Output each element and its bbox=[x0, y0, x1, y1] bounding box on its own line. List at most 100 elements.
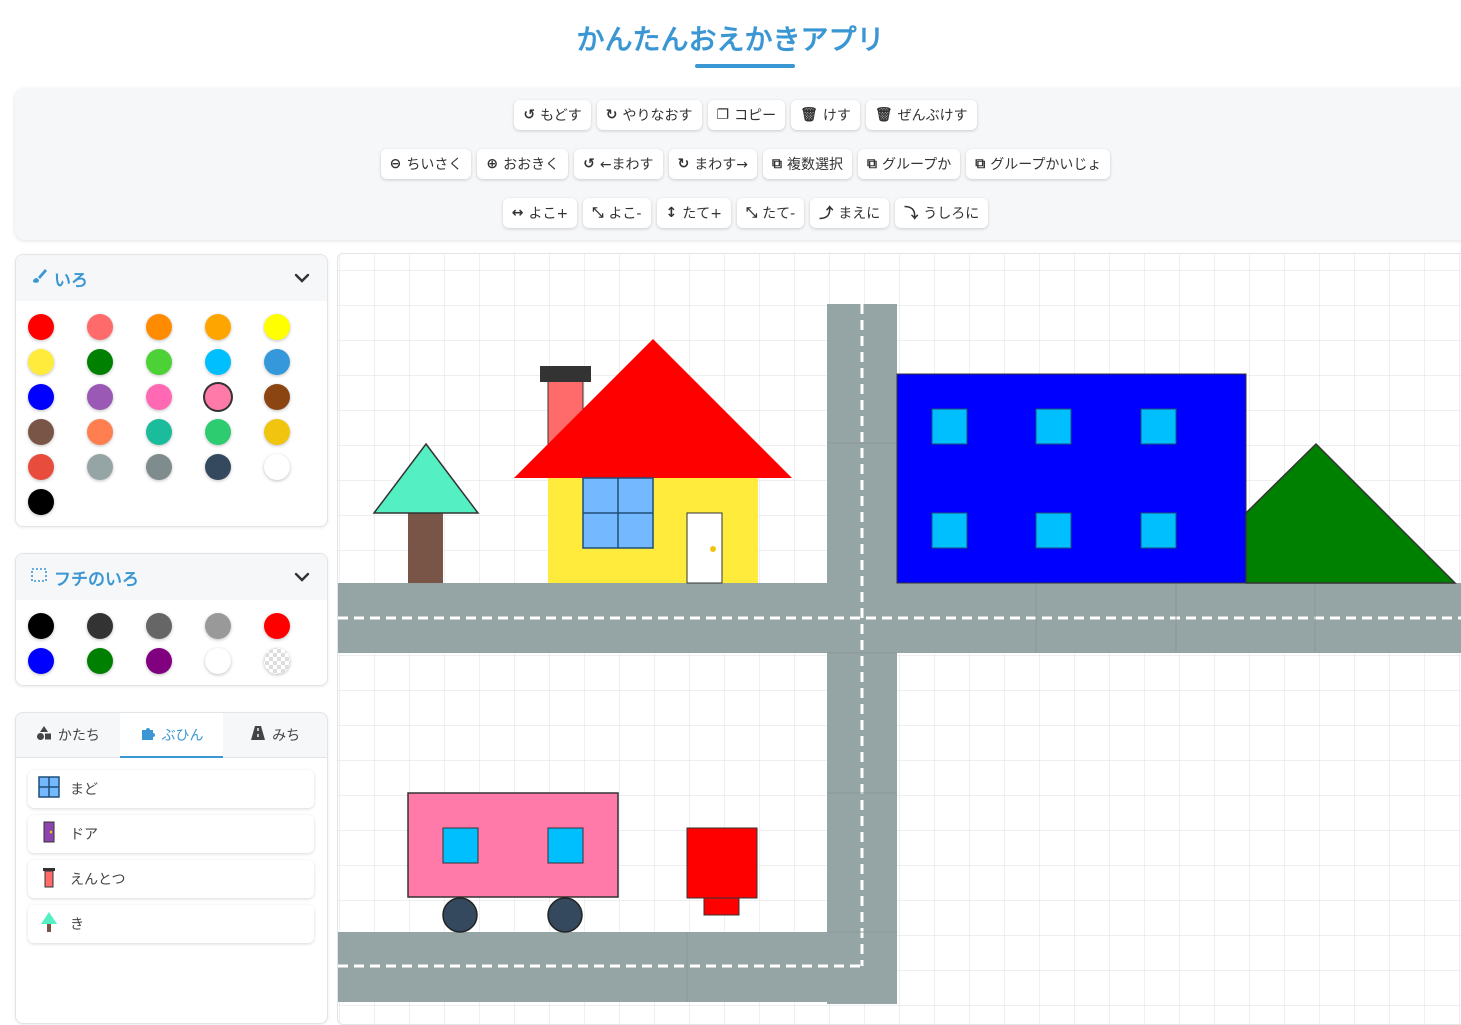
copy-icon: ❐ bbox=[716, 107, 730, 123]
group-button[interactable]: ⧉ グループか bbox=[858, 149, 961, 179]
trash-all-icon: 🗑 bbox=[874, 107, 893, 123]
tab-parts[interactable]: ぶひん bbox=[119, 713, 224, 758]
taller-button[interactable]: ↕ たて+ bbox=[656, 198, 731, 228]
toolbar-row-size: ↔ よこ+ ⤡ よこ- ↕ たて+ ⤡ たて- ⤴ まえに ⤵ うしろに bbox=[15, 198, 1461, 228]
chimney-icon bbox=[38, 866, 60, 892]
bring-forward-button[interactable]: ⤴ まえに bbox=[810, 198, 890, 228]
bring-forward-icon: ⤴ bbox=[819, 206, 834, 222]
stroke-color-swatch[interactable] bbox=[146, 648, 172, 674]
part-item-window[interactable]: まど bbox=[28, 770, 314, 808]
fill-color-swatch[interactable] bbox=[87, 454, 113, 480]
fill-color-swatch[interactable] bbox=[264, 314, 290, 340]
delete-all-button[interactable]: 🗑 ぜんぶけす bbox=[865, 100, 977, 130]
narrow-icon: ⤡ bbox=[592, 205, 604, 221]
shapes-icon bbox=[36, 725, 52, 745]
tab-roads[interactable]: みち bbox=[223, 713, 327, 757]
puzzle-icon bbox=[140, 725, 156, 745]
narrow-button[interactable]: ⤡ よこ- bbox=[583, 198, 651, 228]
enlarge-button[interactable]: ⊕ おおきく bbox=[477, 149, 569, 179]
zoom-out-icon: ⊖ bbox=[389, 156, 402, 172]
fill-color-header[interactable]: いろ bbox=[16, 255, 327, 301]
redo-icon: ↻ bbox=[605, 107, 618, 123]
road-icon bbox=[250, 725, 266, 745]
stroke-color-swatch[interactable] bbox=[264, 648, 290, 674]
fill-color-swatch[interactable] bbox=[28, 489, 54, 515]
shorter-button[interactable]: ⤡ たて- bbox=[736, 198, 805, 228]
toolbar-row-transform: ⊖ ちいさく ⊕ おおきく ↺ ←まわす ↻ まわす→ ⧉ 複数選択 ⧉ グループか ⧉ グル… bbox=[15, 149, 1461, 179]
ungroup-button[interactable]: ⧉ グループかいじょ bbox=[966, 149, 1111, 179]
fill-color-swatch[interactable] bbox=[87, 419, 113, 445]
chevron-down-icon[interactable] bbox=[293, 269, 311, 292]
send-backward-icon: ⤵ bbox=[904, 206, 919, 222]
canvas-svg[interactable] bbox=[338, 254, 1461, 1024]
delete-button[interactable]: 🗑 けす bbox=[791, 100, 860, 130]
taller-icon: ↕ bbox=[665, 205, 678, 221]
fill-color-swatch[interactable] bbox=[205, 384, 231, 410]
tab-shapes[interactable]: かたち bbox=[16, 713, 120, 757]
fill-color-swatch[interactable] bbox=[87, 384, 113, 410]
fill-color-swatch[interactable] bbox=[28, 314, 54, 340]
fill-color-swatch[interactable] bbox=[205, 349, 231, 375]
part-item-chimney[interactable]: えんとつ bbox=[28, 860, 314, 898]
chevron-down-icon[interactable] bbox=[293, 568, 311, 591]
fill-color-panel: いろ bbox=[15, 254, 328, 527]
zoom-in-icon: ⊕ bbox=[486, 156, 499, 172]
fill-color-swatch[interactable] bbox=[146, 384, 172, 410]
stroke-color-swatch[interactable] bbox=[87, 648, 113, 674]
fill-color-swatch[interactable] bbox=[87, 349, 113, 375]
window-icon bbox=[38, 776, 60, 802]
tab-bar: かたち ぶひん みち bbox=[16, 713, 327, 758]
stroke-color-swatch[interactable] bbox=[28, 648, 54, 674]
brush-icon bbox=[30, 267, 48, 290]
stroke-color-swatch[interactable] bbox=[28, 613, 54, 639]
rotate-left-button[interactable]: ↺ ←まわす bbox=[574, 149, 663, 179]
building-shape[interactable] bbox=[896, 373, 1247, 584]
fill-color-swatch[interactable] bbox=[264, 454, 290, 480]
widen-button[interactable]: ↔ よこ+ bbox=[502, 198, 578, 228]
send-backward-button[interactable]: ⤵ うしろに bbox=[895, 198, 989, 228]
toolbar-row-edit: ↺ もどす ↻ やりなおす ❐ コピー 🗑 けす 🗑 ぜんぶけす bbox=[15, 100, 1461, 130]
stroke-color-header[interactable]: フチのいろ bbox=[16, 554, 327, 600]
fill-color-swatch[interactable] bbox=[146, 419, 172, 445]
fill-color-swatch[interactable] bbox=[146, 454, 172, 480]
widen-icon: ↔ bbox=[511, 205, 524, 221]
app-title: かんたんおえかきアプリ bbox=[576, 23, 885, 56]
fill-color-swatch[interactable] bbox=[205, 419, 231, 445]
rotate-right-icon: ↻ bbox=[677, 156, 690, 172]
part-item-door[interactable]: ドア bbox=[28, 815, 314, 853]
stroke-color-swatch[interactable] bbox=[205, 613, 231, 639]
group-icon: ⧉ bbox=[867, 156, 878, 172]
fill-color-swatch[interactable] bbox=[28, 384, 54, 410]
rotate-right-button[interactable]: ↻ まわす→ bbox=[668, 149, 758, 179]
fill-color-swatch[interactable] bbox=[146, 314, 172, 340]
fill-color-swatch[interactable] bbox=[146, 349, 172, 375]
fill-color-swatch[interactable] bbox=[264, 384, 290, 410]
door-icon bbox=[38, 821, 60, 847]
fill-color-swatch[interactable] bbox=[205, 314, 231, 340]
fill-color-swatch[interactable] bbox=[264, 419, 290, 445]
multi-select-button[interactable]: ⧉ 複数選択 bbox=[763, 149, 853, 179]
fill-color-swatch[interactable] bbox=[28, 454, 54, 480]
fill-color-swatch[interactable] bbox=[205, 454, 231, 480]
stroke-color-swatch[interactable] bbox=[146, 613, 172, 639]
fill-color-swatch[interactable] bbox=[264, 349, 290, 375]
shorter-icon: ⤡ bbox=[745, 205, 758, 221]
fill-color-swatch[interactable] bbox=[28, 349, 54, 375]
trash-icon: 🗑 bbox=[800, 107, 818, 123]
undo-button[interactable]: ↺ もどす bbox=[514, 100, 591, 130]
title-underline bbox=[695, 64, 795, 68]
shrink-button[interactable]: ⊖ ちいさく bbox=[380, 149, 472, 179]
fill-color-swatch[interactable] bbox=[28, 419, 54, 445]
stroke-color-swatch[interactable] bbox=[205, 648, 231, 674]
fill-color-swatch[interactable] bbox=[87, 314, 113, 340]
border-icon bbox=[30, 566, 48, 589]
stroke-color-swatch[interactable] bbox=[264, 613, 290, 639]
stroke-color-swatch[interactable] bbox=[87, 613, 113, 639]
multi-select-icon: ⧉ bbox=[772, 156, 783, 172]
redo-button[interactable]: ↻ やりなおす bbox=[596, 100, 702, 130]
drawing-canvas[interactable] bbox=[337, 253, 1461, 1025]
copy-button[interactable]: ❐ コピー bbox=[707, 100, 786, 130]
rotate-left-icon: ↺ bbox=[583, 156, 595, 172]
tree-icon bbox=[38, 911, 60, 937]
part-item-tree[interactable]: き bbox=[28, 905, 314, 943]
